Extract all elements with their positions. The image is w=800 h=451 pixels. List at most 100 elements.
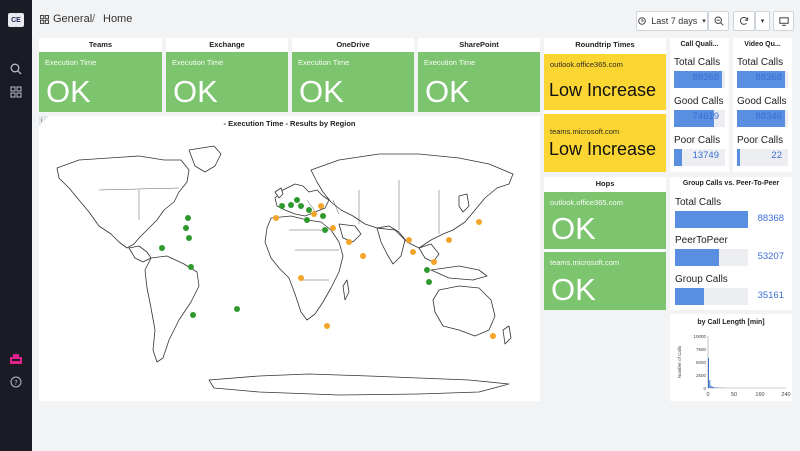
region-marker-warning[interactable]: [360, 253, 366, 259]
help-icon[interactable]: ?: [8, 374, 24, 390]
stat-bar: [675, 288, 704, 305]
region-marker-ok[interactable]: [304, 217, 310, 223]
region-marker-ok[interactable]: [320, 213, 326, 219]
tv-mode-button[interactable]: [773, 11, 794, 31]
region-marker-ok[interactable]: [188, 264, 194, 270]
region-marker-ok[interactable]: [186, 235, 192, 241]
panel-title: Group Calls vs. Peer-To-Peer: [682, 180, 780, 187]
region-marker-warning[interactable]: [476, 219, 482, 225]
panel-title: Exchange: [209, 40, 245, 49]
region-marker-warning[interactable]: [431, 259, 437, 265]
landmass: [418, 243, 440, 263]
search-icon[interactable]: [8, 61, 24, 77]
region-marker-ok[interactable]: [279, 203, 285, 209]
panel-video-quality[interactable]: Video Qu... Total Calls 88368 Good Calls…: [733, 38, 792, 172]
stat-value: 53207: [757, 251, 784, 262]
status-label: Execution Time: [45, 58, 97, 67]
status-label: Execution Time: [424, 58, 476, 67]
region-marker-ok[interactable]: [288, 202, 294, 208]
app-logo[interactable]: CE: [8, 13, 24, 27]
grid-icon: [40, 15, 49, 24]
status-value: OK: [551, 272, 596, 307]
breadcrumb-separator: /: [92, 13, 96, 25]
monitor-icon: [778, 16, 789, 26]
region-marker-warning[interactable]: [490, 333, 496, 339]
breadcrumb-folder[interactable]: General: [53, 13, 92, 25]
region-marker-warning[interactable]: [410, 249, 416, 255]
panel-exchange[interactable]: Exchange Execution Time OK: [166, 38, 288, 112]
histogram-bar[interactable]: [711, 386, 713, 388]
panel-sharepoint[interactable]: SharePoint Execution Time OK: [418, 38, 540, 112]
user-avatar-icon[interactable]: [8, 351, 24, 367]
stat-label: Group Calls: [675, 274, 728, 285]
stat-label: Total Calls: [737, 57, 784, 68]
histogram-bar[interactable]: [709, 380, 711, 388]
landmass: [264, 215, 344, 321]
region-marker-ok[interactable]: [294, 197, 300, 203]
region-marker-warning[interactable]: [311, 211, 317, 217]
time-range-label: Last 7 days: [651, 16, 698, 26]
panel-region-map[interactable]: - Execution Time - Results by Region i: [39, 116, 540, 401]
region-marker-warning[interactable]: [273, 215, 279, 221]
stat-poor-calls: Poor Calls 22: [737, 135, 788, 166]
region-marker-ok[interactable]: [298, 203, 304, 209]
landmass: [432, 285, 496, 337]
y-tick-label: 10000: [693, 334, 706, 339]
region-marker-ok[interactable]: [183, 225, 189, 231]
region-marker-warning[interactable]: [318, 203, 324, 209]
histogram-bar[interactable]: [713, 387, 715, 388]
status-value: OK: [551, 211, 596, 246]
svg-text:?: ?: [14, 379, 18, 387]
breadcrumb-dashboard[interactable]: Home: [103, 13, 132, 25]
region-marker-ok[interactable]: [306, 207, 312, 213]
panel-teams[interactable]: Teams Execution Time OK: [39, 38, 162, 112]
region-marker-warning[interactable]: [406, 237, 412, 243]
region-marker-warning[interactable]: [298, 275, 304, 281]
stat-bar: [674, 149, 682, 166]
refresh-icon: [739, 16, 749, 25]
zoom-out-button[interactable]: [708, 11, 729, 31]
region-marker-ok[interactable]: [426, 279, 432, 285]
stat-total-calls: Total Calls 88368: [737, 57, 788, 88]
region-marker-warning[interactable]: [346, 239, 352, 245]
region-marker-ok[interactable]: [185, 215, 191, 221]
region-marker-ok[interactable]: [234, 306, 240, 312]
stat-peer-to-peer: PeerToPeer 53207: [675, 235, 784, 267]
dashboards-icon[interactable]: [8, 84, 24, 100]
region-marker-ok[interactable]: [424, 267, 430, 273]
panel-roundtrip-times[interactable]: Roundtrip Times outlook.office365.com Lo…: [544, 38, 666, 172]
histogram-bar[interactable]: [715, 387, 717, 388]
panel-title: Teams: [88, 40, 113, 49]
region-marker-warning[interactable]: [446, 237, 452, 243]
panel-group-vs-p2p[interactable]: Group Calls vs. Peer-To-Peer Total Calls…: [670, 177, 792, 310]
panel-hops[interactable]: Hops outlook.office365.com OK teams.micr…: [544, 177, 666, 310]
panel-title: OneDrive: [336, 40, 370, 49]
histogram-bar[interactable]: [714, 387, 716, 388]
stat-bar: [675, 211, 748, 228]
region-marker-ok[interactable]: [190, 312, 196, 318]
call-length-histogram[interactable]: 0 2500 5000 7500 10000 0 50 160 240 Number of Cal…: [670, 328, 792, 401]
stat-value: 88346: [755, 111, 782, 122]
stat-good-calls: Good Calls 88346: [737, 96, 788, 127]
y-axis-label: Number of Calls: [677, 345, 682, 378]
panel-call-length-histogram[interactable]: by Call Length [min] 0 2500 5000 7500 10000 0…: [670, 314, 792, 401]
status-tile: Execution Time OK: [418, 52, 540, 112]
region-marker-ok[interactable]: [159, 245, 165, 251]
region-marker-warning[interactable]: [330, 225, 336, 231]
refresh-button[interactable]: [733, 11, 755, 31]
region-marker-warning[interactable]: [324, 323, 330, 329]
refresh-interval-dropdown[interactable]: ▾: [755, 11, 770, 31]
info-corner-icon[interactable]: i: [39, 116, 49, 126]
landmass: [430, 265, 488, 281]
y-tick-label: 0: [703, 386, 706, 391]
histogram-bar[interactable]: [708, 357, 709, 388]
world-map[interactable]: [39, 130, 540, 401]
time-range-picker[interactable]: Last 7 days ▾: [636, 11, 708, 31]
panel-call-quality[interactable]: Call Quali... Total Calls 88368 Good Cal…: [670, 38, 729, 172]
panel-title: Video Qu...: [744, 41, 781, 48]
status-value: OK: [46, 74, 91, 109]
x-tick-label: 50: [731, 392, 737, 398]
panel-onedrive[interactable]: OneDrive Execution Time OK: [292, 38, 414, 112]
region-marker-ok[interactable]: [322, 227, 328, 233]
histogram-bar[interactable]: [710, 385, 712, 388]
